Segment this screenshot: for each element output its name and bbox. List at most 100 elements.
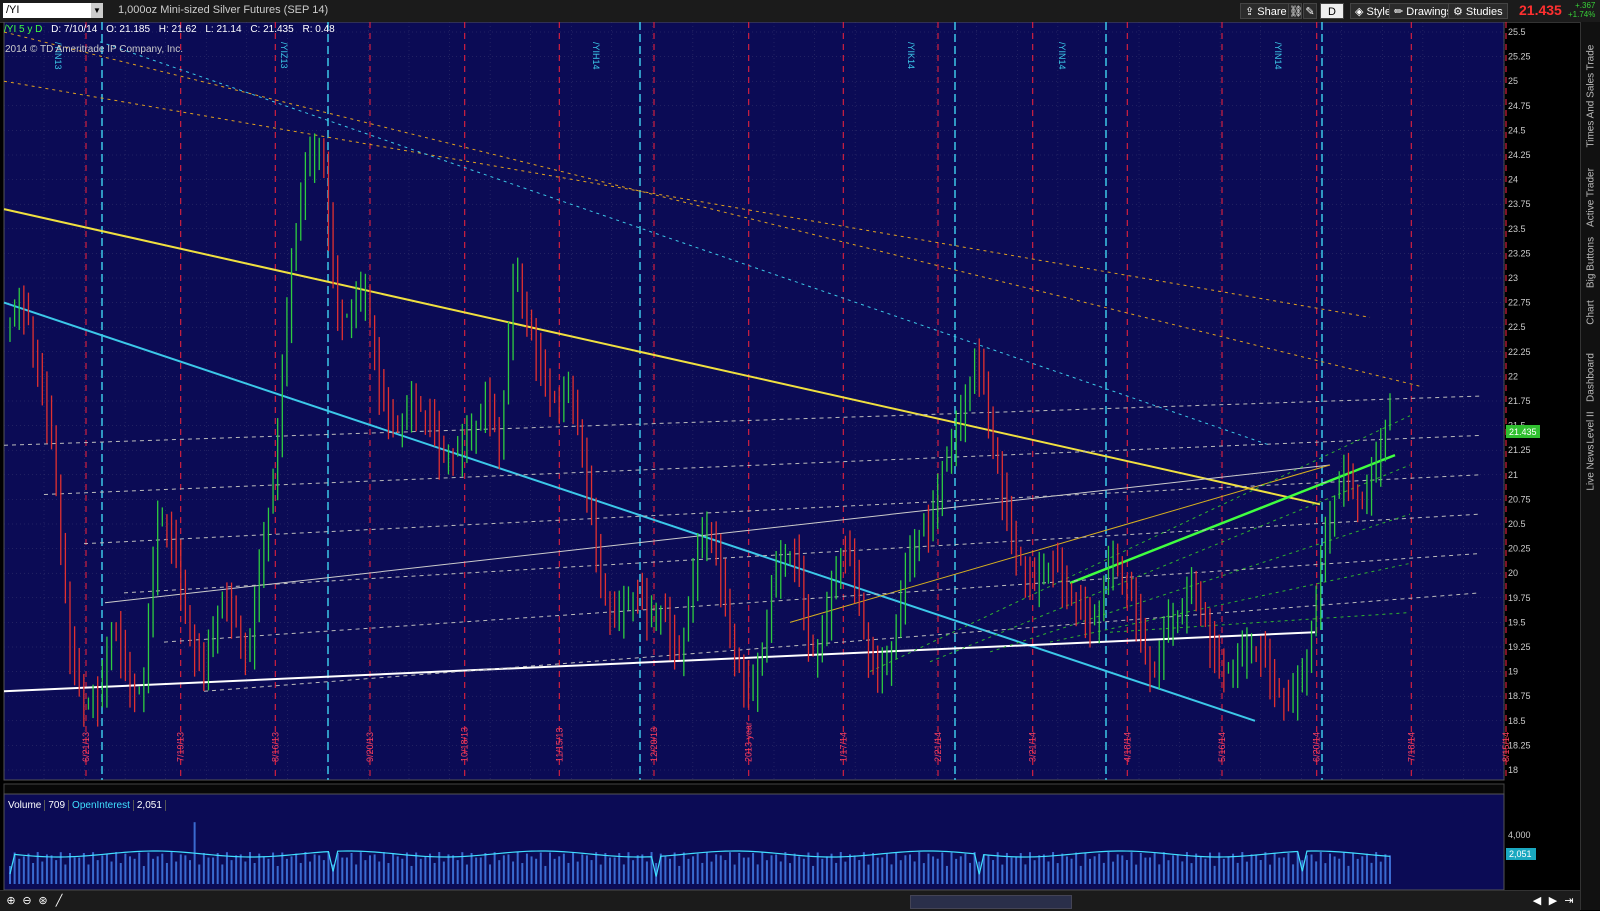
zoom-in-icon[interactable]: ⊕ bbox=[4, 894, 18, 908]
studies-icon: ⚙ bbox=[1453, 6, 1466, 18]
last-price: 21.435 bbox=[1519, 2, 1562, 18]
side-tab-label: Times And Sales bbox=[1585, 72, 1597, 148]
change-abs: +.367 bbox=[1575, 1, 1596, 10]
instrument-title: 1,000oz Mini-sized Silver Futures (SEP 1… bbox=[118, 4, 329, 16]
last-price-badge-label: 21.435 bbox=[1509, 427, 1537, 437]
symbol-period: /YI 5 y D bbox=[4, 24, 43, 35]
y-tick-label: 19.75 bbox=[1508, 593, 1531, 603]
scrollbar-thumb[interactable] bbox=[910, 895, 1072, 909]
oi-badge-label: 2,051 bbox=[1509, 849, 1532, 859]
expiry-label: /YIH14 bbox=[591, 42, 601, 70]
y-tick-label: 24.25 bbox=[1508, 150, 1531, 160]
change-pct: +1.74% bbox=[1568, 10, 1596, 19]
zoom-out-icon[interactable]: ⊖ bbox=[20, 894, 34, 908]
y-tick-label: 22 bbox=[1508, 371, 1518, 381]
y-tick-label: 18.5 bbox=[1508, 716, 1526, 726]
expiry-label: /YIZ13 bbox=[279, 42, 289, 69]
draw-line-icon[interactable]: ╱ bbox=[52, 894, 66, 908]
month-marker-label: 1/17/14 bbox=[838, 732, 848, 762]
y-tick-label: 19.25 bbox=[1508, 642, 1531, 652]
y-tick-label: 21.25 bbox=[1508, 445, 1531, 455]
y-tick-label: 22.5 bbox=[1508, 322, 1526, 332]
scroll-left-icon[interactable]: ◀ bbox=[1530, 894, 1544, 908]
y-tick-label: 21.75 bbox=[1508, 396, 1531, 406]
month-marker-label: 3/21/14 bbox=[1028, 732, 1038, 762]
volume-label: Volume bbox=[5, 800, 46, 811]
y-tick-label: 19 bbox=[1508, 667, 1518, 677]
share-button[interactable]: ⇪ Share bbox=[1240, 3, 1292, 19]
drawings-label: Drawings bbox=[1406, 6, 1453, 18]
bottom-toolbar: ⊕ ⊖ ⊛ ╱ ◀ ▶ ⇥ bbox=[0, 890, 1580, 911]
month-marker-label: 6/21/13 bbox=[81, 732, 91, 762]
y-tick-label: 25.25 bbox=[1508, 52, 1531, 62]
style-label: Style bbox=[1366, 6, 1391, 18]
y-tick-label: 20.75 bbox=[1508, 494, 1531, 504]
y-tick-label: 23.75 bbox=[1508, 199, 1531, 209]
y-tick-label: 19.5 bbox=[1508, 617, 1526, 627]
month-marker-label: 6/20/14 bbox=[1312, 732, 1322, 762]
expiry-label: /YIK14 bbox=[906, 42, 916, 69]
y-tick-label: 24.75 bbox=[1508, 101, 1531, 111]
scroll-end-icon[interactable]: ⇥ bbox=[1562, 894, 1576, 908]
timeframe-button[interactable]: D bbox=[1320, 3, 1344, 19]
side-tab-label: Active Trader bbox=[1585, 168, 1597, 227]
month-marker-label: 2013 year bbox=[744, 722, 754, 762]
y-tick-label: 18.75 bbox=[1508, 691, 1531, 701]
volume-value: 709 bbox=[45, 800, 70, 811]
readout-open: O: 21.185 bbox=[106, 24, 150, 35]
volume-scale-label: 4,000 bbox=[1508, 830, 1531, 840]
drawings-button[interactable]: ✏ Drawings bbox=[1389, 3, 1458, 19]
y-tick-label: 22.75 bbox=[1508, 298, 1531, 308]
volume-axis: 4,000 2,051 bbox=[1506, 830, 1536, 860]
month-marker-label: 2/21/14 bbox=[933, 732, 943, 762]
oi-value: 2,051 bbox=[133, 800, 166, 811]
month-marker-label: 11/15/13 bbox=[554, 728, 564, 762]
y-tick-label: 25 bbox=[1508, 76, 1518, 86]
volume-readout: Volume 709 OpenInterest 2,051 bbox=[5, 800, 166, 811]
toolbar: /YI ▼ 1,000oz Mini-sized Silver Futures (… bbox=[0, 0, 1600, 23]
studies-label: Studies bbox=[1465, 6, 1503, 18]
oi-label: OpenInterest bbox=[69, 800, 134, 811]
wrench-icon[interactable]: ✎ bbox=[1303, 3, 1317, 19]
y-tick-label: 23.5 bbox=[1508, 224, 1526, 234]
share-label: Share bbox=[1257, 6, 1287, 18]
month-marker-label: 7/18/14 bbox=[1406, 732, 1416, 762]
readout-high: H: 21.62 bbox=[158, 24, 197, 35]
price-chart[interactable]: 6/21/13 7/19/13 8/16/13 9/20/13 10/18/13 11/1… bbox=[0, 22, 1580, 910]
y-tick-label: 24.5 bbox=[1508, 125, 1526, 135]
chart-area[interactable]: 6/21/13 7/19/13 8/16/13 9/20/13 10/18/13 11/1… bbox=[0, 22, 1580, 910]
month-marker-label: 5/16/14 bbox=[1217, 732, 1227, 762]
y-axis: 25.5 25.25 25 24.75 24.5 24.25 24 23.75 23.5 23.2… bbox=[1506, 27, 1540, 775]
share-icon: ⇪ bbox=[1245, 6, 1258, 18]
y-tick-label: 20.5 bbox=[1508, 519, 1526, 529]
y-tick-label: 21 bbox=[1508, 470, 1518, 480]
expiry-label: /YIN14 bbox=[1273, 42, 1283, 70]
readout-range: R: 0.48 bbox=[302, 24, 335, 35]
month-marker-label: 4/18/14 bbox=[1122, 732, 1132, 762]
side-tabs: Trade Times And Sales Active Trader Big But… bbox=[1580, 22, 1600, 910]
scroll-right-icon[interactable]: ▶ bbox=[1546, 894, 1560, 908]
month-marker-label: 7/19/13 bbox=[176, 732, 186, 762]
link-icon[interactable]: ⛓ bbox=[1288, 3, 1303, 19]
studies-button[interactable]: ⚙ Studies bbox=[1448, 3, 1508, 19]
symbol-input[interactable]: /YI ▼ bbox=[3, 3, 103, 18]
y-tick-label: 25.5 bbox=[1508, 27, 1526, 37]
y-tick-label: 18 bbox=[1508, 765, 1518, 775]
month-marker-label: 10/18/13 bbox=[460, 727, 470, 762]
readout-low: L: 21.14 bbox=[205, 24, 242, 35]
y-tick-label: 18.25 bbox=[1508, 740, 1531, 750]
style-icon: ◈ bbox=[1355, 6, 1367, 18]
expiry-label: /YIN14 bbox=[1057, 42, 1067, 70]
y-tick-label: 22.25 bbox=[1508, 347, 1531, 357]
chevron-down-icon[interactable]: ▼ bbox=[91, 3, 103, 18]
price-change: +.367 +1.74% bbox=[1568, 1, 1595, 19]
readout-close: C: 21.435 bbox=[250, 24, 294, 35]
month-marker-label: 9/20/13 bbox=[365, 732, 375, 762]
symbol-value: /YI bbox=[6, 4, 20, 16]
y-tick-label: 20.25 bbox=[1508, 544, 1531, 554]
zoom-fit-icon[interactable]: ⊛ bbox=[36, 894, 50, 908]
copyright-text: 2014 © TD Ameritrade IP Company, Inc. bbox=[5, 44, 184, 55]
y-tick-label: 23 bbox=[1508, 273, 1518, 283]
pencil-icon: ✏ bbox=[1394, 6, 1407, 18]
y-tick-label: 24 bbox=[1508, 175, 1518, 185]
